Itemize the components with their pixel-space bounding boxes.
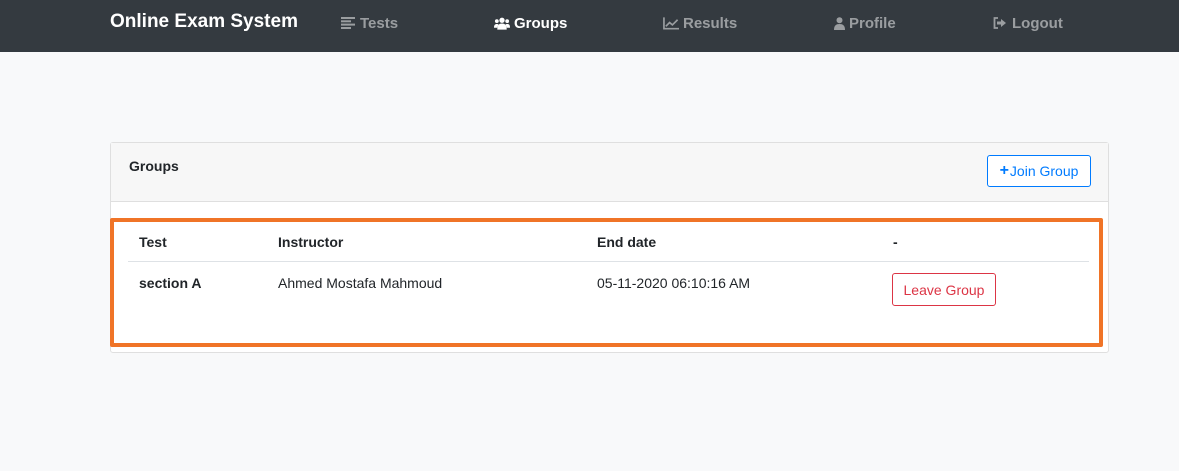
card-header: Groups + Join Group <box>111 143 1108 202</box>
column-header-instructor: Instructor <box>278 234 344 250</box>
column-header-end-date: End date <box>597 234 657 250</box>
nav-item-label: Profile <box>849 14 896 32</box>
user-icon <box>833 15 845 31</box>
join-group-label: Join Group <box>1009 163 1079 179</box>
nav-item-label: Groups <box>514 14 568 32</box>
top-navbar: Online Exam System Tests Groups Results … <box>0 0 1179 52</box>
brand-title[interactable]: Online Exam System <box>110 11 298 33</box>
nav-item-tests[interactable]: Tests <box>340 14 398 32</box>
nav-item-label: Logout <box>1012 14 1063 32</box>
plus-icon: + <box>999 162 1009 179</box>
column-header-test: Test <box>139 234 167 250</box>
leave-group-button[interactable]: Leave Group <box>892 273 996 306</box>
nav-item-profile[interactable]: Profile <box>833 14 896 32</box>
cell-test: section A <box>139 275 202 291</box>
card-title: Groups <box>129 158 179 174</box>
cell-instructor: Ahmed Mostafa Mahmoud <box>278 275 443 291</box>
nav-item-logout[interactable]: Logout <box>992 14 1063 32</box>
nav-item-label: Tests <box>360 14 399 32</box>
nav-item-label: Results <box>683 14 738 32</box>
sign-out-icon <box>992 15 1008 31</box>
column-header-action: - <box>893 234 898 250</box>
cell-end-date: 05-11-2020 06:10:16 AM <box>597 275 751 291</box>
chart-line-icon <box>663 15 679 31</box>
list-icon <box>340 15 356 31</box>
nav-item-groups[interactable]: Groups <box>494 14 567 32</box>
nav-item-results[interactable]: Results <box>663 14 737 32</box>
users-icon <box>494 15 510 31</box>
join-group-button[interactable]: + Join Group <box>987 155 1091 187</box>
table-divider <box>128 261 1089 262</box>
